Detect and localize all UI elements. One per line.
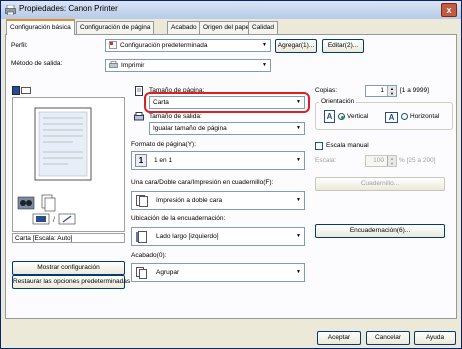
page-format-value: 1 en 1 bbox=[154, 157, 173, 164]
binding-icon bbox=[136, 231, 148, 243]
vertical-label: Vertical bbox=[347, 113, 369, 120]
show-config-button[interactable]: Mostrar configuración bbox=[12, 261, 125, 275]
tab-configuracion-pagina[interactable]: Configuración de página bbox=[76, 21, 155, 34]
page-size-icon bbox=[134, 86, 144, 96]
scale-label: Escala: bbox=[315, 157, 337, 164]
binding-label: Ubicación de la encuadernación: bbox=[131, 215, 226, 222]
chevron-down-icon: ▼ bbox=[296, 269, 301, 275]
binding-button[interactable]: Encuadernación(6)... bbox=[315, 224, 445, 238]
page-format-select[interactable]: 1 1 en 1 ▼ bbox=[131, 151, 305, 170]
output-method-value: Imprimir bbox=[121, 62, 145, 69]
printer-icon bbox=[5, 4, 16, 16]
copies-label: Copias: bbox=[315, 87, 338, 94]
page-preview: / bbox=[12, 97, 125, 232]
preview-caption: Carta [Escala: Auto] bbox=[15, 235, 73, 242]
close-button[interactable]: x bbox=[441, 3, 457, 17]
manual-scale-label: Escala manual bbox=[326, 142, 369, 149]
preview-caption-box: Carta [Escala: Auto] bbox=[12, 233, 125, 243]
horizontal-glyph-icon: A bbox=[385, 112, 398, 123]
duplex-value: Impresión a doble cara bbox=[156, 197, 223, 204]
printer-small-icon bbox=[109, 61, 118, 69]
scale-range: % [25 a 200] bbox=[399, 157, 436, 164]
profile-select[interactable]: Configuración predeterminada ▼ bbox=[105, 39, 271, 52]
chevron-down-icon: ▼ bbox=[262, 62, 267, 68]
profile-label: Perfil: bbox=[11, 42, 28, 49]
chevron-down-icon: ▼ bbox=[296, 157, 301, 163]
output-size-value: Igualar tamaño de página bbox=[153, 125, 227, 132]
output-size-select[interactable]: Igualar tamaño de página ▼ bbox=[149, 122, 305, 135]
tab-configuracion-basica[interactable]: Configuración básica bbox=[6, 19, 75, 35]
output-size-label: Tamaño de salida: bbox=[149, 113, 202, 120]
copies-spinner[interactable]: 1 ▲ ▼ bbox=[365, 85, 397, 97]
help-button[interactable]: Ayuda bbox=[414, 331, 456, 345]
window-title: Propiedades: Canon Printer bbox=[19, 4, 118, 13]
one-in-one-glyph-icon: 1 bbox=[135, 154, 147, 167]
chevron-down-icon: ▼ bbox=[296, 125, 301, 131]
edit-profile-button[interactable]: Editar(2)... bbox=[322, 39, 364, 53]
spinner-arrows-icon[interactable]: ▲ ▼ bbox=[387, 86, 396, 96]
output-size-icon bbox=[134, 112, 144, 122]
add-profile-button[interactable]: Agregar(1)... bbox=[275, 39, 317, 53]
horizontal-label: Horizontal bbox=[410, 113, 440, 120]
profile-icon bbox=[109, 41, 117, 50]
tab-acabado[interactable]: Acabado bbox=[167, 21, 201, 34]
tab-calidad[interactable]: Calidad bbox=[248, 21, 279, 34]
scale-spinner[interactable]: 100 ▲ ▼ bbox=[365, 155, 397, 167]
output-method-label: Método de salida: bbox=[11, 60, 63, 67]
finishing-value: Agrupar bbox=[156, 269, 180, 276]
properties-dialog: Propiedades: Canon Printer x Configuraci… bbox=[0, 0, 462, 349]
booklet-button[interactable]: Cuadernillo... bbox=[315, 177, 445, 191]
title-bar: Propiedades: Canon Printer x bbox=[1, 1, 461, 19]
profile-value: Configuración predeterminada bbox=[120, 42, 208, 49]
binding-select[interactable]: Lado largo [izquierdo] ▼ bbox=[131, 227, 305, 246]
page-size-highlight bbox=[144, 92, 310, 113]
tab-origen-papel[interactable]: Origen del papel bbox=[199, 21, 255, 34]
chevron-down-icon: ▼ bbox=[296, 197, 301, 203]
cancel-button[interactable]: Cancelar bbox=[366, 331, 410, 345]
collate-icon bbox=[136, 267, 148, 279]
page-format-label: Formato de página(Y): bbox=[131, 141, 197, 148]
duplex-icon bbox=[136, 195, 148, 207]
chevron-down-icon: ▼ bbox=[296, 233, 301, 239]
svg-text:/: / bbox=[53, 217, 55, 224]
chevron-down-icon: ▼ bbox=[262, 42, 267, 48]
duplex-label: Una cara/Doble cara/Impresión en cuadern… bbox=[131, 179, 274, 186]
finishing-label: Acabado(0): bbox=[131, 252, 167, 259]
finishing-select[interactable]: Agrupar ▼ bbox=[131, 263, 305, 282]
vertical-radio[interactable] bbox=[338, 113, 345, 120]
spinner-arrows-icon[interactable]: ▲ ▼ bbox=[387, 156, 396, 166]
copies-range: [1 a 9999] bbox=[400, 87, 429, 94]
orientation-label: Orientación bbox=[319, 98, 357, 105]
copies-value: 1 bbox=[380, 87, 384, 94]
scale-value: 100 bbox=[373, 157, 384, 164]
ok-button[interactable]: Aceptar bbox=[317, 331, 361, 345]
binding-value: Lado largo [izquierdo] bbox=[156, 233, 219, 240]
restore-defaults-button[interactable]: Restaurar las opciones predeterminadas bbox=[12, 275, 130, 289]
output-method-select[interactable]: Imprimir ▼ bbox=[105, 59, 271, 72]
manual-scale-checkbox[interactable] bbox=[315, 142, 323, 150]
vertical-glyph-icon: A bbox=[324, 110, 335, 123]
duplex-select[interactable]: Impresión a doble cara ▼ bbox=[131, 191, 305, 210]
horizontal-radio[interactable] bbox=[401, 113, 408, 120]
view-toggle-icon[interactable] bbox=[12, 86, 32, 95]
